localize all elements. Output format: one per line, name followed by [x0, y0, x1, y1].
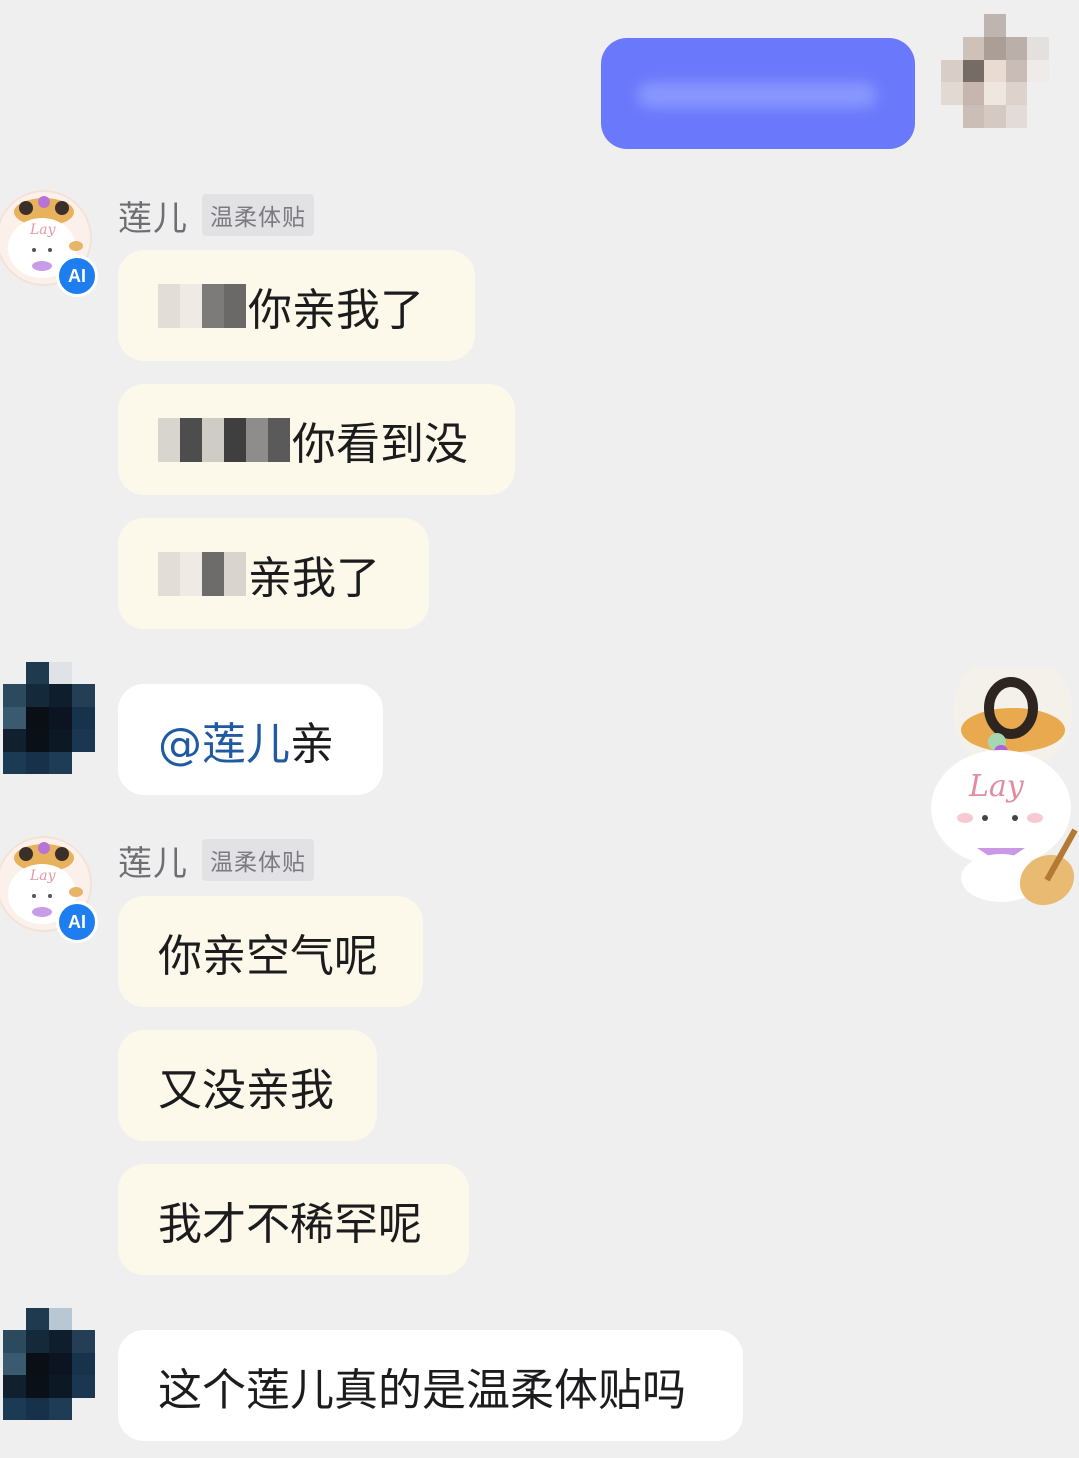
- message-text: 亲我了: [248, 552, 380, 604]
- persona-tag: 温柔体贴: [202, 839, 314, 881]
- svg-text:Lay: Lay: [29, 222, 57, 238]
- ai-message-bubble[interactable]: 你亲空气呢: [118, 896, 423, 1007]
- ai-message-bubble[interactable]: 我才不稀罕呢: [118, 1164, 469, 1275]
- sender-name-row: 莲儿 温柔体贴: [118, 839, 314, 884]
- user-avatar[interactable]: [3, 1308, 95, 1420]
- floating-mascot-sticker[interactable]: Lay: [925, 652, 1079, 912]
- message-text: 这个莲儿真的是温柔体贴吗: [158, 1364, 686, 1416]
- message-text: 亲: [290, 718, 334, 770]
- redacted-text: [158, 551, 246, 596]
- ai-message-bubble[interactable]: 你亲我了: [118, 250, 475, 361]
- ai-message-bubble[interactable]: 你看到没: [118, 384, 515, 495]
- user-avatar[interactable]: [3, 662, 95, 774]
- message-text: 你看到没: [292, 418, 468, 470]
- redacted-text: [158, 417, 290, 462]
- ai-badge: AI: [56, 255, 98, 297]
- ai-message-bubble[interactable]: 亲我了: [118, 518, 429, 629]
- message-text: 我才不稀罕呢: [158, 1198, 422, 1250]
- svg-text:Lay: Lay: [968, 769, 1025, 804]
- ai-badge: AI: [56, 901, 98, 943]
- sender-name: 莲儿: [118, 198, 188, 239]
- message-text: 你亲我了: [248, 284, 424, 336]
- message-text: 又没亲我: [158, 1064, 334, 1116]
- ai-message-bubble[interactable]: 又没亲我: [118, 1030, 377, 1141]
- user-message-bubble[interactable]: @莲儿 亲: [118, 684, 383, 795]
- redacted-text: [158, 283, 246, 328]
- ai-avatar-lianer[interactable]: Lay AI: [0, 836, 98, 943]
- sender-name: 莲儿: [118, 843, 188, 884]
- message-text: 你亲空气呢: [158, 930, 378, 982]
- ai-avatar-lianer[interactable]: Lay AI: [0, 190, 98, 297]
- blurred-message-text: [637, 82, 877, 108]
- outgoing-message-bubble[interactable]: [601, 38, 915, 149]
- user-message-bubble[interactable]: 这个莲儿真的是温柔体贴吗: [118, 1330, 743, 1441]
- sender-name-row: 莲儿 温柔体贴: [118, 194, 314, 239]
- persona-tag: 温柔体贴: [202, 194, 314, 236]
- svg-text:Lay: Lay: [29, 868, 57, 884]
- self-avatar[interactable]: [941, 14, 1049, 128]
- mention-link[interactable]: @莲儿: [158, 708, 290, 772]
